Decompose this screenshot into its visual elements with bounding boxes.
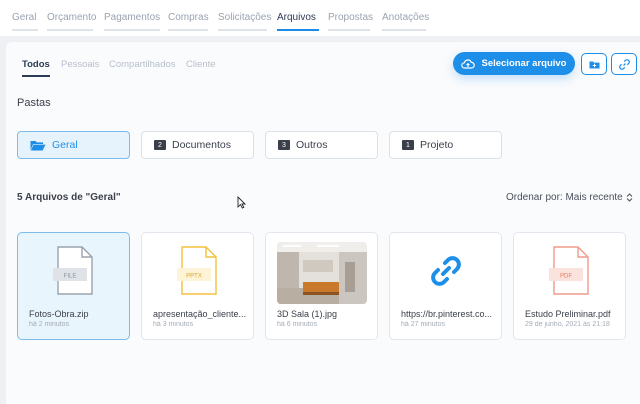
file-name: apresentação_cliente... [153, 309, 247, 319]
link-icon [618, 58, 630, 70]
file-thumbnail [390, 241, 501, 301]
file-thumbnail: PDF [514, 241, 625, 301]
subtab-pessoais[interactable]: Pessoais [61, 59, 100, 75]
file-thumbnail: PPTX [142, 241, 253, 301]
folder-label: Geral [52, 139, 78, 151]
folder-outros[interactable]: 3 Outros [265, 131, 378, 159]
file-thumbnail: FILE [18, 241, 129, 301]
file-name: https://br.pinterest.co... [401, 309, 493, 319]
tab-pagamentos[interactable]: Pagamentos [104, 12, 160, 31]
files-panel: Todos Pessoais Compartilhados Cliente Se… [6, 42, 640, 404]
cloud-upload-icon [461, 58, 476, 69]
folder-documentos[interactable]: 2 Documentos [141, 131, 254, 159]
tab-orcamento[interactable]: Orçamento [47, 12, 96, 31]
link-icon [430, 256, 461, 286]
folder-label: Documentos [172, 139, 231, 151]
tab-arquivos[interactable]: Arquivos [277, 12, 319, 31]
folder-open-icon [30, 140, 46, 150]
tab-anotacoes[interactable]: Anotações [382, 12, 429, 31]
folder-projeto[interactable]: 1 Projeto [389, 131, 502, 159]
file-time: há 3 minutos [153, 321, 194, 328]
subtab-todos[interactable]: Todos [22, 59, 50, 77]
file-time: há 2 minutos [29, 321, 70, 328]
file-card-image[interactable]: 3D Sala (1).jpg há 6 minutos [265, 232, 378, 340]
tab-geral[interactable]: Geral [12, 12, 38, 31]
file-time: 29 de junho, 2021 às 21:18 [525, 321, 610, 328]
file-time: há 6 minutos [277, 321, 318, 328]
file-card-link[interactable]: https://br.pinterest.co... há 27 minutos [389, 232, 502, 340]
file-card-pptx[interactable]: PPTX apresentação_cliente... há 3 minuto… [141, 232, 254, 340]
select-file-label: Selecionar arquivo [481, 58, 567, 69]
file-name: Fotos-Obra.zip [29, 309, 89, 319]
top-tab-bar: Geral Orçamento Pagamentos Compras Solic… [0, 0, 640, 36]
file-time: há 27 minutos [401, 321, 445, 328]
folders-title: Pastas [17, 97, 51, 109]
tab-propostas[interactable]: Propostas [328, 12, 373, 31]
folder-label: Projeto [420, 139, 454, 151]
tab-solicitacoes[interactable]: Solicitações [218, 12, 271, 31]
tab-compras[interactable]: Compras [168, 12, 209, 31]
sort-label: Ordenar por: Mais recente [506, 192, 623, 203]
sort-dropdown[interactable]: Ordenar por: Mais recente [506, 192, 633, 203]
select-file-button[interactable]: Selecionar arquivo [453, 52, 575, 75]
folder-count-icon: 1 [402, 140, 414, 150]
folder-count-icon: 2 [154, 140, 166, 150]
folder-label: Outros [296, 139, 328, 151]
svg-text:PDF: PDF [560, 274, 572, 280]
pptx-file-icon: PPTX [176, 246, 217, 295]
folder-plus-icon [589, 61, 599, 68]
svg-text:PPTX: PPTX [186, 274, 202, 280]
svg-text:FILE: FILE [63, 274, 76, 280]
subtab-cliente[interactable]: Cliente [186, 59, 216, 75]
new-folder-button[interactable] [581, 53, 607, 75]
file-card-pdf[interactable]: PDF Estudo Preliminar.pdf 29 de junho, 2… [513, 232, 626, 340]
file-name: 3D Sala (1).jpg [277, 309, 338, 319]
files-count-title: 5 Arquivos de "Geral" [17, 192, 121, 203]
file-name: Estudo Preliminar.pdf [525, 309, 611, 319]
image-thumbnail [277, 242, 367, 304]
zip-file-icon: FILE [52, 246, 93, 295]
mouse-cursor-icon [237, 196, 246, 209]
subtab-compartilhados[interactable]: Compartilhados [109, 59, 176, 75]
add-link-button[interactable] [611, 53, 637, 75]
file-card-zip[interactable]: FILE Fotos-Obra.zip há 2 minutos [17, 232, 130, 340]
sort-arrows-icon [626, 193, 633, 202]
folder-count-icon: 3 [278, 140, 290, 150]
folder-geral[interactable]: Geral [17, 131, 130, 159]
pdf-file-icon: PDF [548, 246, 589, 295]
